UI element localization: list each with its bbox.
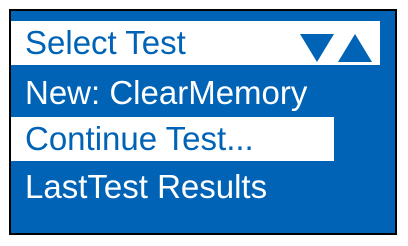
test-menu-screen: Select Test New: ClearMemory Continue Te… xyxy=(9,9,397,235)
menu-item-label: Continue Test... xyxy=(25,120,254,157)
menu-item-label: New: ClearMemory xyxy=(25,74,308,111)
scroll-arrows xyxy=(300,34,372,62)
scroll-up-icon[interactable] xyxy=(338,34,372,62)
header-title: Select Test xyxy=(25,24,186,61)
menu-item-last-test-results[interactable]: LastTest Results xyxy=(11,165,395,209)
menu-item-new-clear-memory[interactable]: New: ClearMemory xyxy=(11,71,395,115)
menu-item-label: LastTest Results xyxy=(25,168,268,205)
screen-header: Select Test xyxy=(11,21,380,65)
menu-item-continue-test[interactable]: Continue Test... xyxy=(11,117,334,161)
scroll-down-icon[interactable] xyxy=(300,34,334,62)
